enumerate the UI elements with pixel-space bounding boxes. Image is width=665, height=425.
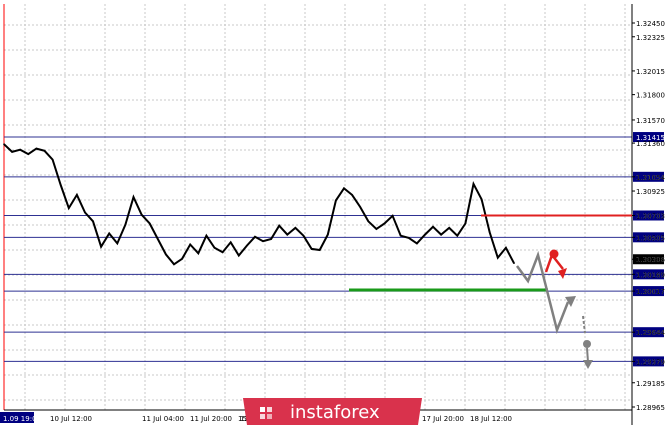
y-tick-label: 1.30169 [636, 271, 665, 279]
price-point [43, 150, 46, 152]
price-point [254, 236, 256, 238]
watermark-text: instaforex [290, 402, 380, 423]
price-point [27, 153, 30, 155]
x-tick-label: 17 Jul 20:00 [422, 415, 464, 423]
price-point [432, 226, 434, 228]
price-point [35, 147, 38, 150]
price-point [286, 233, 289, 236]
price-point [84, 211, 86, 214]
price-point [505, 247, 507, 249]
price-point [310, 248, 313, 250]
price-point [116, 242, 119, 245]
price-point [448, 227, 451, 229]
price-point [375, 228, 378, 230]
price-point [100, 245, 102, 248]
price-point [92, 220, 94, 223]
price-point [140, 213, 143, 216]
x-start-label-text: 1.09 19:00 [3, 415, 41, 423]
price-point [294, 227, 297, 229]
price-point [472, 183, 475, 185]
price-point [59, 184, 62, 186]
price-point [278, 224, 281, 227]
price-point [181, 258, 183, 260]
price-point [19, 148, 22, 151]
x-tick-label: 18 Jul 12:00 [470, 415, 512, 423]
price-point [270, 238, 272, 240]
y-tick-label: 1.32325 [636, 34, 665, 42]
price-point [488, 231, 491, 234]
price-point [238, 254, 240, 257]
price-point [440, 233, 442, 236]
price-point [351, 194, 353, 196]
y-tick-label: 1.30017 [636, 288, 665, 296]
x-tick-label: 10 Jul 12:00 [50, 415, 92, 423]
price-point [11, 151, 13, 153]
price-point [456, 234, 459, 237]
price-point [229, 241, 232, 244]
price-point [157, 238, 159, 240]
price-point [391, 215, 394, 217]
y-tick-label: 1.31570 [636, 117, 665, 125]
price-point [343, 187, 345, 190]
price-point [165, 253, 167, 256]
x-tick-label: 11 Jul 20:00 [190, 415, 232, 423]
price-point [318, 249, 321, 251]
price-point [124, 223, 127, 226]
price-point [367, 220, 370, 223]
price-point [424, 233, 426, 236]
price-point [68, 207, 70, 209]
y-tick-label: 1.29379 [636, 358, 665, 366]
y-tick-label: 1.30925 [636, 188, 665, 196]
y-tick-label: 1.29185 [636, 380, 665, 388]
price-point [132, 196, 135, 198]
price-point [76, 194, 78, 196]
price-point [327, 233, 329, 236]
price-point [513, 262, 515, 265]
price-point [148, 222, 151, 225]
price-point [480, 198, 483, 201]
forecast-arrow-stem [586, 347, 589, 363]
y-tick-label: 1.30703 [636, 212, 665, 220]
price-point [205, 234, 208, 237]
price-point [197, 252, 200, 255]
price-point [497, 256, 499, 259]
price-point [189, 243, 191, 246]
resistance-dot [549, 249, 559, 259]
price-point [221, 251, 224, 253]
price-point [335, 199, 337, 202]
price-chart: 1.314151.310541.307031.305051.301691.300… [0, 0, 665, 425]
y-tick-label: 1.32450 [636, 20, 665, 28]
price-point [246, 244, 248, 247]
price-point [3, 143, 5, 145]
y-tick-label: 1.30505 [636, 234, 665, 242]
price-point [108, 232, 110, 235]
price-point [51, 158, 54, 161]
price-point [302, 234, 305, 237]
y-tick-label: 1.31800 [636, 92, 665, 100]
y-tick-label: 1.32015 [636, 68, 665, 76]
x-tick-label: 11 Jul 04:00 [142, 415, 184, 423]
y-tick-label: 1.29644 [636, 329, 665, 337]
y-tick-label: 1.31360 [636, 140, 665, 148]
price-point [173, 263, 175, 266]
y-tick-label: 1.28965 [636, 404, 665, 412]
price-point [213, 247, 216, 249]
instaforex-banner: instaforex [243, 398, 422, 425]
y-tick-label: 1.31054 [636, 174, 665, 182]
forecast-dot [583, 340, 591, 348]
cursor-x-label: 15 [238, 415, 247, 423]
price-point [383, 222, 386, 225]
price-point [408, 237, 410, 239]
price-point [464, 222, 467, 225]
price-point [359, 206, 362, 208]
price-point [399, 234, 402, 237]
price-point [262, 240, 264, 242]
price-point [416, 242, 418, 245]
y-tick-label: 1.30306 [636, 256, 665, 264]
